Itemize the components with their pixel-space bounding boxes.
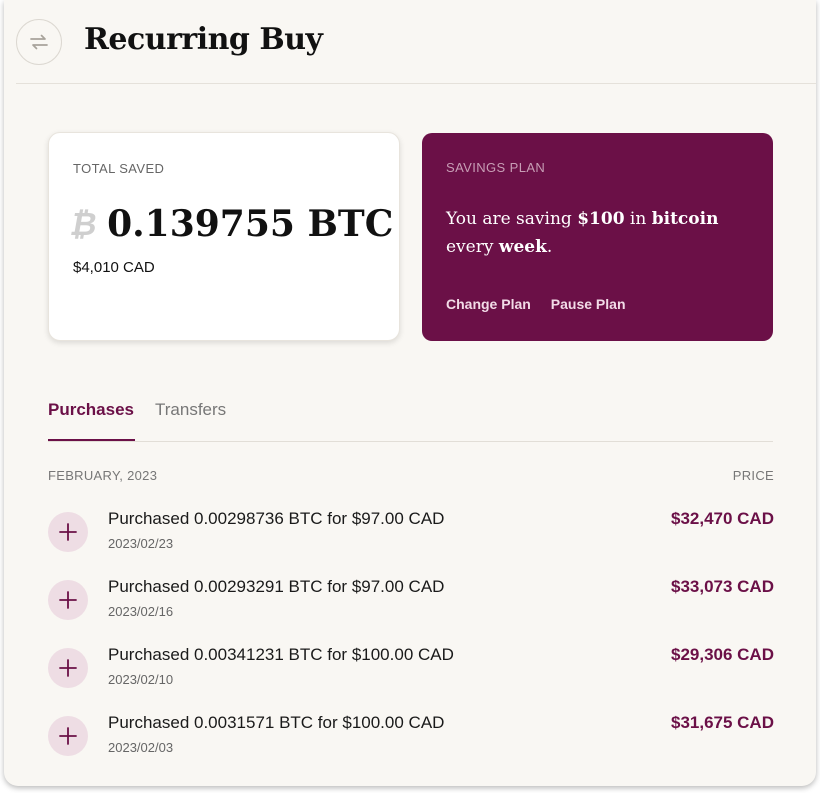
recurring-buy-window: Recurring Buy TOTAL SAVED ₿ 0.139755 BTC… <box>4 0 816 786</box>
repeat-icon[interactable] <box>16 19 62 65</box>
plan-text-2: in <box>624 209 652 229</box>
purchase-price: $31,675 CAD <box>670 713 774 732</box>
tab-purchases[interactable]: Purchases <box>48 400 134 420</box>
plus-icon[interactable] <box>48 648 88 688</box>
purchase-date: 2023/02/23 <box>108 536 174 551</box>
plus-icon[interactable] <box>48 580 88 620</box>
savings-plan-card: SAVINGS PLAN You are saving $100 in bitc… <box>422 133 773 341</box>
month-label: FEBRUARY, 2023 <box>48 468 158 483</box>
savings-plan-description: You are saving $100 in bitcoin every wee… <box>446 205 756 261</box>
btc-balance: ₿ 0.139755 BTC <box>67 203 394 245</box>
active-tab-indicator <box>48 439 135 441</box>
purchase-price: $29,306 CAD <box>670 645 774 664</box>
plus-icon[interactable] <box>48 716 88 756</box>
plan-amount: $100 <box>577 209 625 229</box>
total-saved-card: TOTAL SAVED ₿ 0.139755 BTC $4,010 CAD <box>48 132 400 341</box>
plan-text-1: You are saving <box>446 209 578 229</box>
list-header: FEBRUARY, 2023 PRICE <box>48 468 774 483</box>
plus-icon[interactable] <box>48 512 88 552</box>
purchase-title: Purchased 0.00298736 BTC for $97.00 CAD <box>108 509 445 528</box>
plan-actions: Change Plan Pause Plan <box>446 296 626 312</box>
plan-text-3: every <box>446 237 499 257</box>
purchase-row[interactable]: Purchased 0.00341231 BTC for $100.00 CAD… <box>48 642 774 692</box>
purchase-row[interactable]: Purchased 0.00293291 BTC for $97.00 CAD … <box>48 574 774 624</box>
bitcoin-icon: ₿ <box>67 205 101 243</box>
purchase-row[interactable]: Purchased 0.0031571 BTC for $100.00 CAD … <box>48 710 774 760</box>
purchase-title: Purchased 0.0031571 BTC for $100.00 CAD <box>108 713 445 732</box>
purchase-price: $32,470 CAD <box>670 509 774 528</box>
pause-plan-button[interactable]: Pause Plan <box>551 296 626 312</box>
page-title: Recurring Buy <box>84 22 323 57</box>
tab-bar: Purchases Transfers <box>48 388 773 442</box>
price-column-header: PRICE <box>732 468 774 483</box>
plan-asset: bitcoin <box>651 209 719 229</box>
tab-transfers[interactable]: Transfers <box>155 400 226 420</box>
purchase-date: 2023/02/16 <box>108 604 174 619</box>
purchase-date: 2023/02/03 <box>108 740 174 755</box>
page-header: Recurring Buy <box>16 0 816 84</box>
savings-plan-label: SAVINGS PLAN <box>446 160 546 175</box>
plan-frequency: week <box>498 237 547 257</box>
cad-amount: $4,010 CAD <box>73 259 155 276</box>
purchase-price: $33,073 CAD <box>670 577 774 596</box>
plan-text-4: . <box>546 237 553 257</box>
btc-amount: 0.139755 BTC <box>107 203 394 245</box>
purchase-title: Purchased 0.00293291 BTC for $97.00 CAD <box>108 577 445 596</box>
change-plan-button[interactable]: Change Plan <box>446 296 531 312</box>
purchase-date: 2023/02/10 <box>108 672 174 687</box>
purchase-title: Purchased 0.00341231 BTC for $100.00 CAD <box>108 645 454 664</box>
total-saved-label: TOTAL SAVED <box>73 161 165 176</box>
purchase-row[interactable]: Purchased 0.00298736 BTC for $97.00 CAD … <box>48 506 774 556</box>
